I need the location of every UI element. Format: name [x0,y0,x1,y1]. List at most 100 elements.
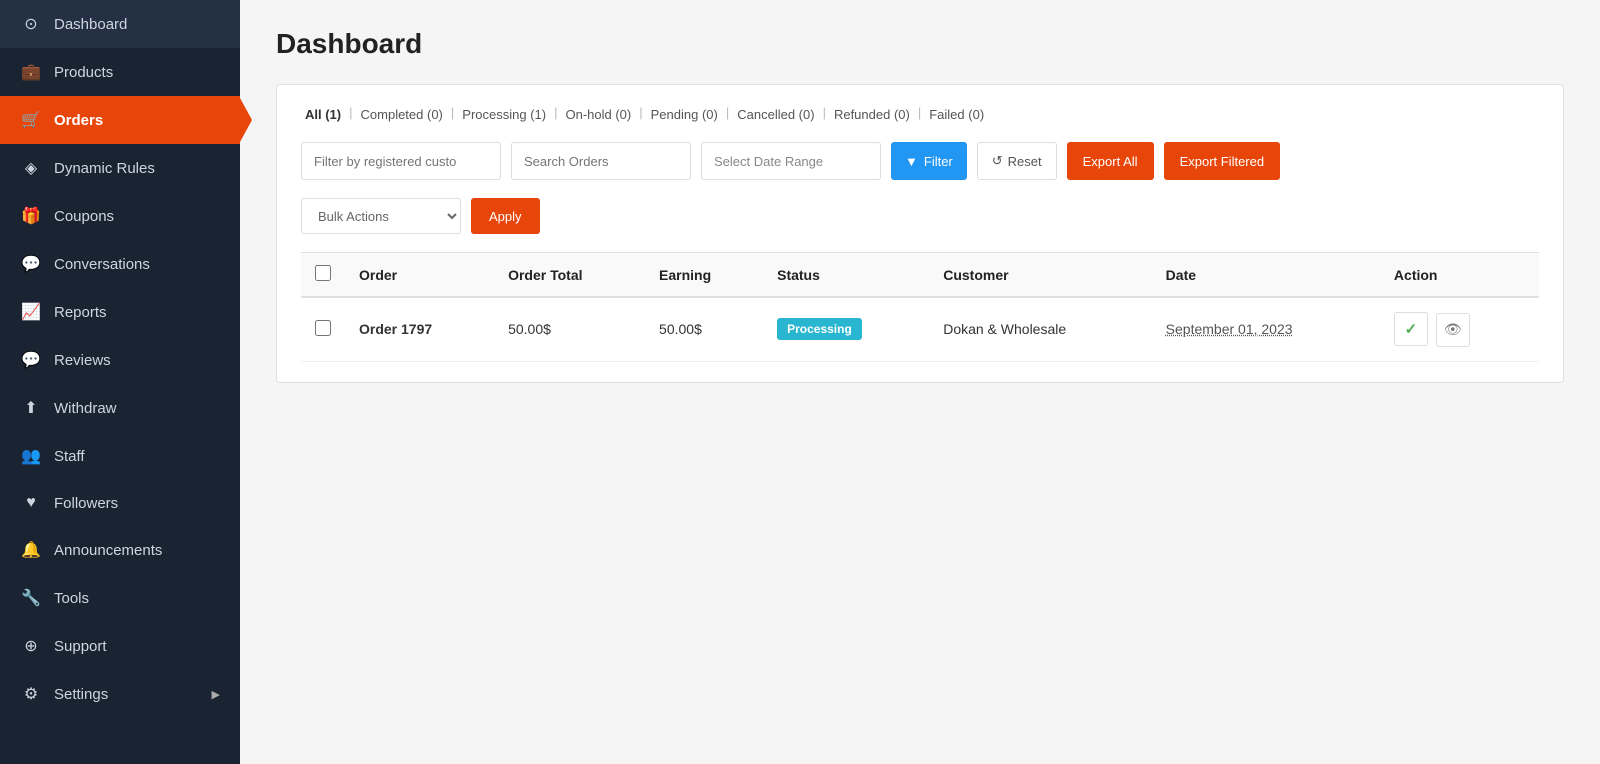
sidebar-item-reports[interactable]: 📈 Reports [0,288,240,336]
reports-icon: 📈 [20,302,42,322]
view-action-button[interactable]: 👁 [1436,313,1470,347]
sidebar-item-products[interactable]: 💼 Products [0,48,240,96]
order-name: Order 1797 [359,321,432,337]
tab-processing[interactable]: Processing (1) [458,105,550,124]
order-date: September 01, 2023 [1166,321,1293,337]
col-header-Order Total: Order Total [494,253,645,298]
announcements-icon: 🔔 [20,540,42,560]
row-checkbox-cell [301,297,345,361]
tab-on-hold[interactable]: On-hold (0) [561,105,635,124]
sidebar-item-label: Staff [54,448,220,465]
bulk-actions-select[interactable]: Bulk Actions [301,198,461,234]
tab-failed[interactable]: Failed (0) [925,105,988,124]
dashboard-icon: ⊙ [20,14,42,34]
sidebar-item-label: Dashboard [54,16,220,33]
sidebar-item-announcements[interactable]: 🔔 Announcements [0,526,240,574]
order-total-cell: 50.00$ [494,297,645,361]
date-range-button[interactable]: Select Date Range [701,142,881,180]
settings-arrow-icon: ▶ [212,688,220,701]
sidebar-item-withdraw[interactable]: ⬆ Withdraw [0,384,240,432]
sidebar-item-label: Settings [54,686,200,703]
action-cell: ✓ 👁 [1380,297,1539,361]
status-cell: Processing [763,297,929,361]
reviews-icon: 💬 [20,350,42,370]
tab-separator: | [726,105,729,124]
coupons-icon: 🎁 [20,206,42,226]
col-header-Earning: Earning [645,253,763,298]
tab-pending[interactable]: Pending (0) [647,105,722,124]
sidebar-item-label: Coupons [54,208,220,225]
reset-button[interactable]: ↺ Reset [977,142,1057,180]
reset-icon: ↺ [992,153,1003,169]
export-filtered-button[interactable]: Export Filtered [1164,142,1281,180]
tab-separator: | [639,105,642,124]
sidebar-item-conversations[interactable]: 💬 Conversations [0,240,240,288]
page-title: Dashboard [276,28,1564,60]
filter-label: Filter [924,154,953,169]
sidebar-item-orders[interactable]: 🛒 Orders [0,96,240,144]
conversations-icon: 💬 [20,254,42,274]
col-header-Customer: Customer [929,253,1151,298]
filter-button[interactable]: ▼ Filter [891,142,967,180]
sidebar-item-label: Support [54,638,220,655]
tab-cancelled[interactable]: Cancelled (0) [733,105,818,124]
apply-button[interactable]: Apply [471,198,540,234]
customer-cell: Dokan & Wholesale [929,297,1151,361]
followers-icon: ♥ [20,494,42,512]
col-header-Action: Action [1380,253,1539,298]
sidebar-item-settings[interactable]: ⚙ Settings ▶ [0,670,240,718]
sidebar-item-label: Conversations [54,256,220,273]
withdraw-icon: ⬆ [20,398,42,418]
tab-completed[interactable]: Completed (0) [357,105,447,124]
col-header-checkbox [301,253,345,298]
status-badge: Processing [777,318,862,340]
tab-separator: | [918,105,921,124]
complete-action-button[interactable]: ✓ [1394,312,1428,346]
products-icon: 💼 [20,62,42,82]
orders-table: OrderOrder TotalEarningStatusCustomerDat… [301,252,1539,362]
sidebar-item-coupons[interactable]: 🎁 Coupons [0,192,240,240]
tab-all[interactable]: All (1) [301,105,345,124]
customer-filter-input[interactable] [301,142,501,180]
sidebar-item-reviews[interactable]: 💬 Reviews [0,336,240,384]
sidebar-item-support[interactable]: ⊕ Support [0,622,240,670]
reset-label: Reset [1008,154,1042,169]
date-cell: September 01, 2023 [1152,297,1380,361]
export-all-button[interactable]: Export All [1067,142,1154,180]
search-orders-input[interactable] [511,142,691,180]
tab-separator: | [349,105,352,124]
filter-row: Select Date Range ▼ Filter ↺ Reset Expor… [301,142,1539,180]
row-checkbox[interactable] [315,320,331,336]
sidebar-item-label: Orders [54,112,220,129]
sidebar-item-staff[interactable]: 👥 Staff [0,432,240,480]
sidebar-item-label: Tools [54,590,220,607]
sidebar-item-label: Products [54,64,220,81]
sidebar-item-label: Followers [54,495,220,512]
sidebar: ⊙ Dashboard 💼 Products 🛒 Orders ◈ Dynami… [0,0,240,764]
sidebar-item-followers[interactable]: ♥ Followers [0,480,240,526]
staff-icon: 👥 [20,446,42,466]
customer-name: Dokan & Wholesale [943,321,1066,337]
sidebar-item-label: Withdraw [54,400,220,417]
orders-card: All (1) | Completed (0) | Processing (1)… [276,84,1564,383]
sidebar-item-label: Dynamic Rules [54,160,220,177]
sidebar-item-dashboard[interactable]: ⊙ Dashboard [0,0,240,48]
select-all-checkbox[interactable] [315,265,331,281]
settings-icon: ⚙ [20,684,42,704]
order-earning: 50.00$ [659,321,702,337]
order-total: 50.00$ [508,321,551,337]
status-tabs: All (1) | Completed (0) | Processing (1)… [301,105,1539,124]
tools-icon: 🔧 [20,588,42,608]
bulk-actions-row: Bulk Actions Apply [301,198,1539,234]
dynamic-rules-icon: ◈ [20,158,42,178]
order-name-cell: Order 1797 [345,297,494,361]
sidebar-item-label: Reviews [54,352,220,369]
tab-separator: | [451,105,454,124]
table-row: Order 1797 50.00$ 50.00$ Processing Doka… [301,297,1539,361]
support-icon: ⊕ [20,636,42,656]
sidebar-item-dynamic-rules[interactable]: ◈ Dynamic Rules [0,144,240,192]
tab-refunded[interactable]: Refunded (0) [830,105,914,124]
sidebar-item-label: Announcements [54,542,220,559]
main-content: Dashboard All (1) | Completed (0) | Proc… [240,0,1600,764]
sidebar-item-tools[interactable]: 🔧 Tools [0,574,240,622]
